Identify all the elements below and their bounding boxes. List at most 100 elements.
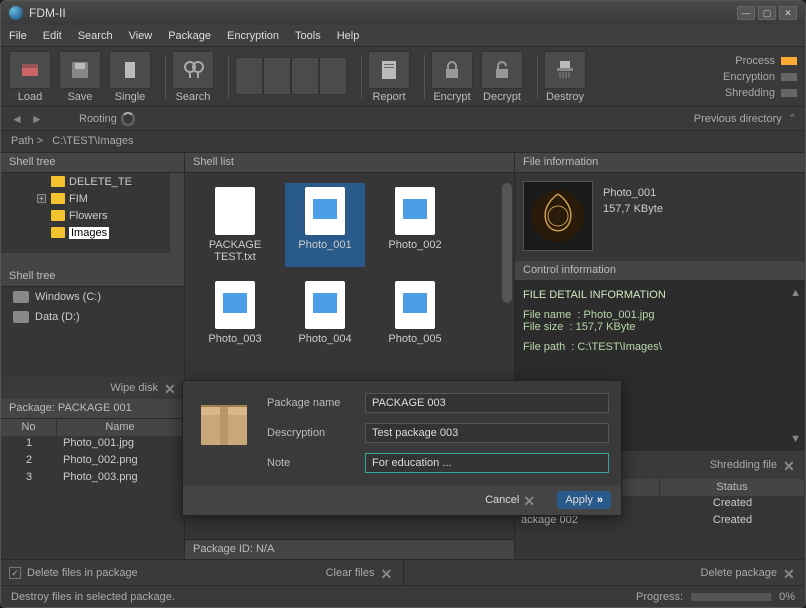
clear-files-button[interactable]: Clear files — [326, 567, 375, 579]
toolbar-search[interactable]: Search — [172, 51, 214, 103]
menu-tools[interactable]: Tools — [295, 30, 321, 42]
menu-view[interactable]: View — [129, 30, 153, 42]
table-row[interactable]: 2Photo_002.png — [1, 453, 184, 470]
minimize-button[interactable]: — — [737, 6, 755, 20]
pkg-name-label: Package name — [267, 397, 357, 409]
bottom-bars: ✓ Delete files in package Clear files ✕ … — [1, 559, 805, 585]
folder-icon — [51, 227, 65, 238]
nav-forward-button[interactable]: ► — [29, 111, 45, 127]
file-item-selected[interactable]: Photo_001 — [285, 183, 365, 267]
col-status[interactable]: Status — [660, 479, 805, 496]
folder-open-icon — [263, 57, 291, 95]
package-header: Package: PACKAGE 001 — [1, 399, 184, 419]
cancel-button[interactable]: Cancel ✕ — [477, 490, 545, 510]
toolbar-decrypt[interactable]: Decrypt — [481, 51, 523, 103]
toolbar-sub-2[interactable] — [263, 57, 291, 97]
scroll-up-icon[interactable]: ▲ — [790, 287, 801, 299]
tree-item[interactable]: Flowers — [1, 207, 184, 224]
table-row[interactable]: 1Photo_001.jpg — [1, 436, 184, 453]
file-item[interactable]: Photo_005 — [375, 277, 455, 349]
scrollbar-vertical[interactable] — [170, 173, 184, 253]
toolbar-sub-1[interactable] — [235, 57, 263, 97]
toolbar-load[interactable]: Load — [9, 51, 51, 103]
package-box-icon — [195, 393, 253, 451]
ctrl-filepath: File path : C:\TEST\Images\ — [523, 341, 797, 353]
tree-item[interactable]: +FIM — [1, 190, 184, 207]
chevron-right-icon: » — [597, 494, 603, 506]
toolbar-encrypt[interactable]: Encrypt — [431, 51, 473, 103]
file-item[interactable]: PACKAGE TEST.txt — [195, 183, 275, 267]
progress-area: Progress: 0% — [636, 591, 795, 603]
scrollbar-vertical[interactable] — [502, 183, 512, 303]
nav-back-button[interactable]: ◄ — [9, 111, 25, 127]
encryption-light-icon — [781, 73, 797, 81]
file-item[interactable]: Photo_002 — [375, 183, 455, 267]
control-info-header: Control information — [515, 261, 805, 281]
reload-icon — [319, 57, 347, 95]
table-row[interactable]: 3Photo_003.png — [1, 470, 184, 487]
file-item[interactable]: Photo_004 — [285, 277, 365, 349]
desc-label: Descryption — [267, 427, 357, 439]
package-id-bar: Package ID: N/A — [185, 539, 514, 559]
shell-tree[interactable]: DELETE_TE +FIM Flowers Images — [1, 173, 184, 267]
menu-file[interactable]: File — [9, 30, 27, 42]
tree-item[interactable]: DELETE_TE — [1, 173, 184, 190]
statusbar: Destroy files in selected package. Progr… — [1, 585, 805, 607]
close-icon[interactable]: ✕ — [783, 566, 797, 580]
scrollbar-horizontal[interactable] — [1, 253, 184, 267]
shredding-file-button[interactable]: Shredding file — [710, 459, 777, 471]
form-row: Note — [267, 453, 609, 473]
text-file-icon — [215, 187, 255, 235]
drive-panel: Windows (C:) Data (D:) — [1, 287, 184, 377]
close-icon[interactable]: ✕ — [783, 458, 797, 472]
wipe-disk-button[interactable]: Wipe disk — [110, 382, 158, 394]
prev-dir-button[interactable]: Previous directory — [694, 113, 782, 125]
menu-package[interactable]: Package — [168, 30, 211, 42]
drive-icon — [13, 311, 29, 323]
delete-files-checkbox[interactable]: ✓ — [9, 567, 21, 579]
spinner-icon — [121, 112, 135, 126]
scroll-down-icon[interactable]: ▼ — [790, 433, 801, 445]
app-window: FDM-II — ▢ ✕ File Edit Search View Packa… — [0, 0, 806, 608]
maximize-button[interactable]: ▢ — [758, 6, 776, 20]
close-icon: ✕ — [523, 493, 537, 507]
progress-bar — [691, 593, 771, 601]
close-icon[interactable]: ✕ — [164, 381, 178, 395]
menu-help[interactable]: Help — [337, 30, 360, 42]
single-icon — [109, 51, 151, 89]
expand-icon[interactable]: + — [37, 194, 46, 203]
toolbar-sub-3[interactable] — [291, 57, 319, 97]
col-name[interactable]: Name — [57, 419, 184, 436]
desc-input[interactable] — [365, 423, 609, 443]
close-button[interactable]: ✕ — [779, 6, 797, 20]
search-icon — [172, 51, 214, 89]
wipe-disk-bar: Wipe disk ✕ — [1, 377, 184, 399]
drive-item[interactable]: Data (D:) — [1, 307, 184, 327]
pkg-name-input[interactable] — [365, 393, 609, 413]
apply-button[interactable]: Apply » — [557, 491, 611, 509]
chevron-up-icon[interactable]: ⌃ — [788, 112, 797, 125]
folder-icon — [51, 210, 65, 221]
file-item[interactable]: Photo_003 — [195, 277, 275, 349]
toolbar-single[interactable]: Single — [109, 51, 151, 103]
toolbar-report[interactable]: Report — [368, 51, 410, 103]
drive-icon — [13, 291, 29, 303]
tree-item-selected[interactable]: Images — [1, 224, 184, 241]
rooting-label[interactable]: Rooting — [79, 113, 117, 125]
note-input[interactable] — [365, 453, 609, 473]
drive-item[interactable]: Windows (C:) — [1, 287, 184, 307]
menu-encryption[interactable]: Encryption — [227, 30, 279, 42]
close-icon[interactable]: ✕ — [381, 566, 395, 580]
process-light-icon — [781, 57, 797, 65]
ctrl-filesize: File size : 157,7 KByte — [523, 321, 797, 333]
status-message: Destroy files in selected package. — [11, 591, 175, 603]
toolbar-save[interactable]: Save — [59, 51, 101, 103]
toolbar-destroy[interactable]: Destroy — [544, 51, 586, 103]
menu-edit[interactable]: Edit — [43, 30, 62, 42]
toolbar-sub-4[interactable] — [319, 57, 347, 97]
col-no[interactable]: No — [1, 419, 57, 436]
delete-package-button[interactable]: Delete package — [701, 567, 777, 579]
file-info-panel: Photo_001 157,7 KByte — [515, 173, 805, 261]
shell-tree-header: Shell tree — [1, 153, 184, 173]
menu-search[interactable]: Search — [78, 30, 113, 42]
